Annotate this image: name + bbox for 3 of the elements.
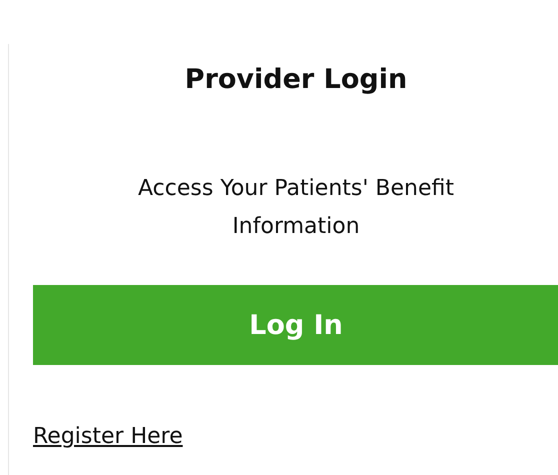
login-title: Provider Login <box>184 63 408 97</box>
register-link[interactable]: Register Here <box>33 424 183 449</box>
login-subtitle: Access Your Patients' Benefit Information <box>137 175 455 241</box>
